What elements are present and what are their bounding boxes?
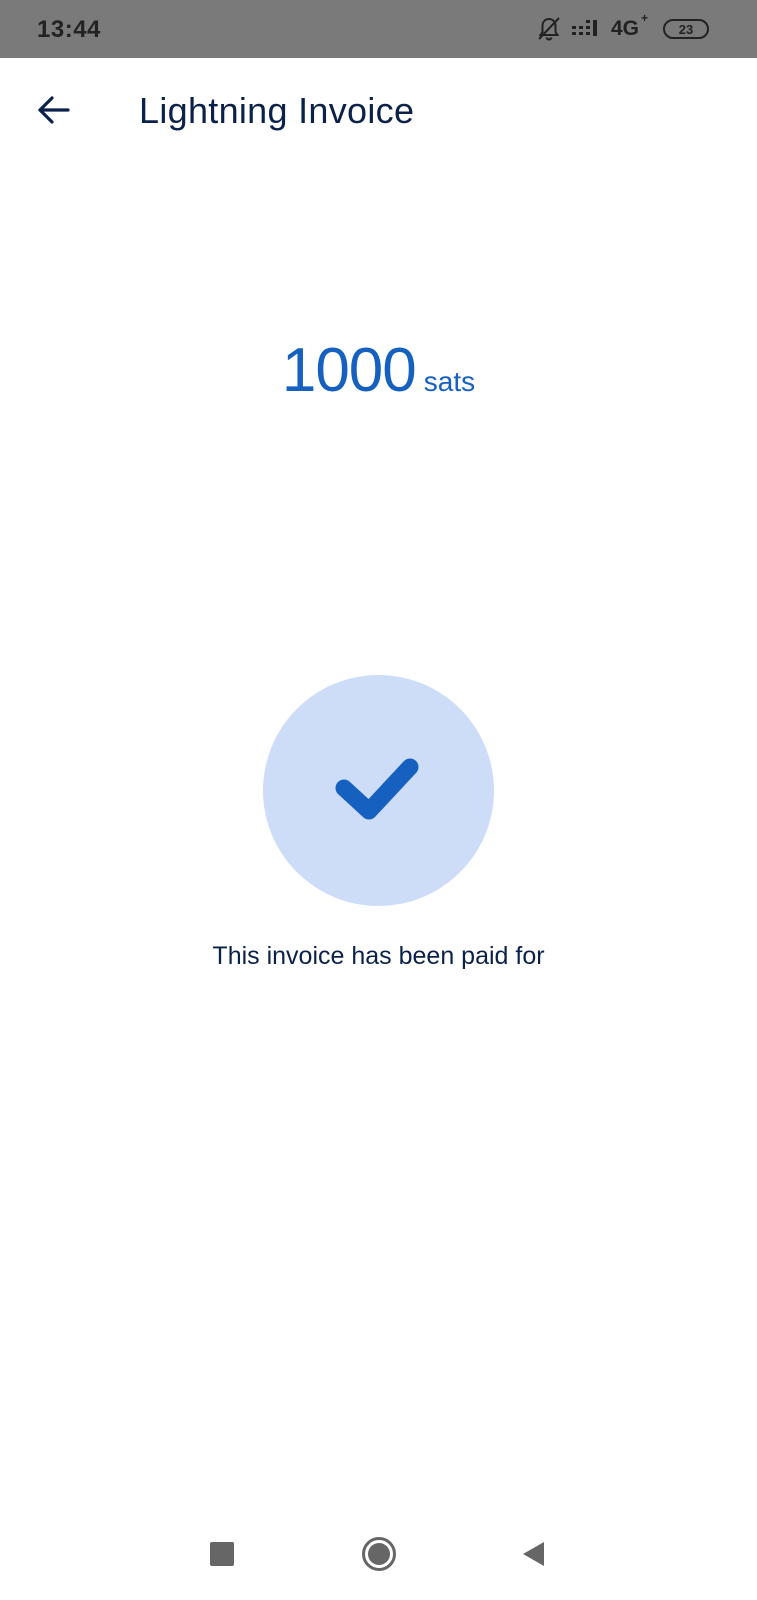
checkmark-icon xyxy=(334,753,424,828)
network-superscript: + xyxy=(640,11,648,25)
arrow-back-icon xyxy=(37,95,71,130)
battery-icon: 23 xyxy=(663,19,709,39)
system-back-button[interactable] xyxy=(511,1534,555,1578)
system-nav-bar xyxy=(0,1520,757,1592)
status-bar: 13:44 4G + 23 xyxy=(0,0,757,58)
paid-status-message: This invoice has been paid for xyxy=(212,942,545,970)
recents-button[interactable] xyxy=(200,1534,244,1578)
signal-icon xyxy=(571,19,601,39)
home-circle-icon xyxy=(361,1536,397,1577)
battery-level: 23 xyxy=(678,21,694,37)
app-bar: Lightning Invoice xyxy=(0,58,757,166)
back-triangle-icon xyxy=(520,1540,546,1573)
paid-status-circle xyxy=(263,675,494,906)
page-title: Lightning Invoice xyxy=(139,90,415,131)
recents-square-icon xyxy=(209,1541,235,1572)
notifications-off-icon xyxy=(537,16,561,42)
network-type: 4G + xyxy=(610,11,648,40)
amount-value: 1000 xyxy=(281,336,417,405)
invoice-amount: 1000 sats xyxy=(0,335,757,406)
status-icons: 4G + 23 xyxy=(537,11,709,44)
back-button[interactable] xyxy=(30,88,78,136)
home-button[interactable] xyxy=(357,1534,401,1578)
status-time: 13:44 xyxy=(37,16,101,43)
amount-unit: sats xyxy=(423,366,476,397)
